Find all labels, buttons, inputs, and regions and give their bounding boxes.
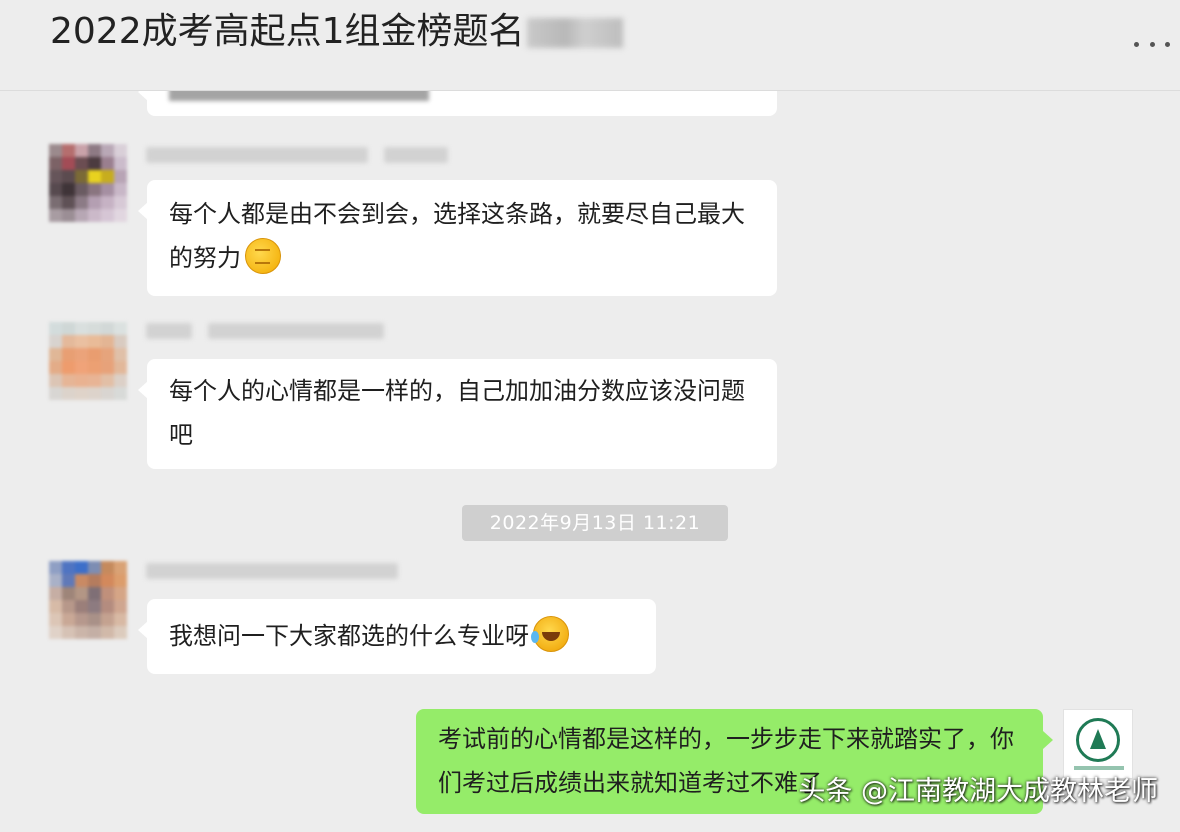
- message-text: 每个人的心情都是一样的，自己加加油分数应该没问题吧: [169, 377, 745, 449]
- message-timestamp: 2022年9月13日 11:21: [462, 505, 728, 541]
- chat-header: 2022成考高起点1组金榜题名: [0, 0, 1180, 91]
- sender-avatar[interactable]: [49, 144, 127, 222]
- message-bubble[interactable]: 每个人都是由不会到会，选择这条路，就要尽自己最大的努力: [138, 180, 777, 296]
- partial-previous-message: [138, 91, 777, 116]
- blurred-member-count: [527, 18, 623, 48]
- more-options-icon[interactable]: [1134, 30, 1170, 58]
- message-bubble[interactable]: 我想问一下大家都选的什么专业呀: [138, 599, 656, 674]
- sender-name-extra: [384, 147, 448, 163]
- sender-avatar[interactable]: [49, 561, 127, 639]
- fist-emoji-icon: [245, 238, 281, 274]
- sender-avatar[interactable]: [49, 322, 127, 400]
- school-seal-icon: [1076, 718, 1120, 762]
- chat-title: 2022成考高起点1组金榜题名: [50, 11, 525, 52]
- sender-name: [146, 563, 398, 579]
- sender-name-extra: [208, 323, 384, 339]
- message-bubble[interactable]: 每个人的心情都是一样的，自己加加油分数应该没问题吧: [138, 359, 777, 469]
- watermark: 头条 @江南教湖大成教林老师: [798, 776, 1158, 807]
- message-list[interactable]: 每个人都是由不会到会，选择这条路，就要尽自己最大的努力 每个人的心情都是一样的，…: [0, 91, 1180, 832]
- laughing-crying-emoji-icon: [531, 616, 569, 652]
- sender-name: [146, 323, 192, 339]
- message-text: 我想问一下大家都选的什么专业呀: [169, 622, 529, 650]
- sender-name: [146, 147, 368, 163]
- my-avatar[interactable]: [1063, 709, 1133, 779]
